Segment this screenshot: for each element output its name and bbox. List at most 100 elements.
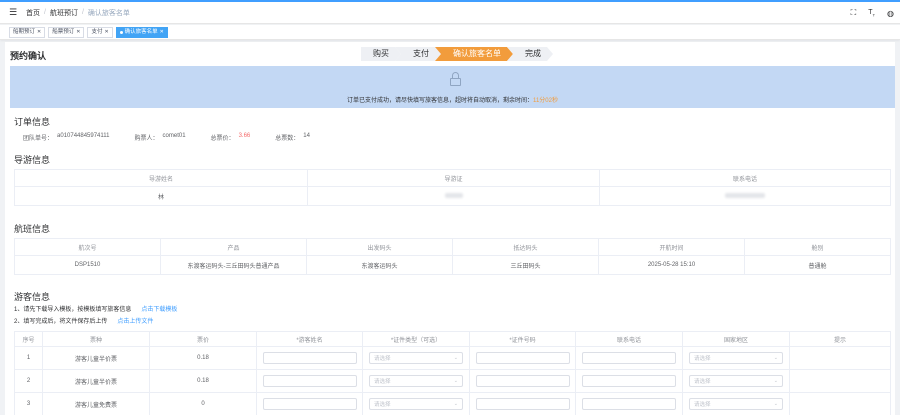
pax-country-cell: 请选择 ⌄ xyxy=(682,392,790,415)
order-info-heading: 订单信息 xyxy=(14,117,51,127)
id-number-input[interactable] xyxy=(475,398,570,410)
tag-label: 支付 xyxy=(91,28,103,35)
pax-col-hint: 提示 xyxy=(789,331,891,347)
pax-price: 0.18 xyxy=(149,369,257,393)
guide-col-name: 导游姓名 xyxy=(14,169,308,187)
id-type-select[interactable]: 请选择 ⌄ xyxy=(369,375,463,387)
notice-text: 订单已支付成功，请尽快填写旅客信息，超时将自动取消，剩余时间：11分02秒 xyxy=(10,95,895,104)
total-price-value: 3.66 xyxy=(238,133,251,139)
buyer-label: 购票人： xyxy=(134,136,159,142)
pax-id-type-cell: 请选择 ⌄ xyxy=(362,346,470,370)
country-select[interactable]: 请选择 ⌄ xyxy=(689,352,783,364)
download-template-link[interactable]: 点击下载模板 xyxy=(141,307,177,313)
id-type-select[interactable]: 请选择 ⌄ xyxy=(369,352,463,364)
select-placeholder: 请选择 xyxy=(374,402,391,408)
instruction-1: 1、请先下载导入模板，按模板填写旅客信息 点击下载模板 xyxy=(14,304,177,313)
tag-confirm-passengers[interactable]: 确认旅客名单 ✕ xyxy=(115,26,168,38)
table-row: 林 xyxy=(14,186,891,206)
guide-name: 林 xyxy=(14,186,308,206)
country-select[interactable]: 请选择 ⌄ xyxy=(689,398,783,410)
breadcrumb-current: 确认旅客名单 xyxy=(87,9,130,17)
flight-cabin: 普通舱 xyxy=(744,255,891,275)
guide-info-heading: 导游信息 xyxy=(14,155,51,165)
country-select[interactable]: 请选择 ⌄ xyxy=(689,375,783,387)
pax-id-number-cell xyxy=(469,392,576,415)
tag-voyage-booking[interactable]: 船期预订 ✕ xyxy=(9,26,46,38)
pax-name-cell xyxy=(256,369,363,393)
step-done: 完成 xyxy=(507,47,553,61)
fullscreen-icon[interactable]: ⛶ xyxy=(851,8,857,18)
guide-phone-redacted xyxy=(599,186,891,206)
page-title: 预约确认 xyxy=(10,51,47,61)
select-placeholder: 请选择 xyxy=(694,402,711,408)
passenger-name-input[interactable] xyxy=(262,352,357,364)
tag-ticket-booking[interactable]: 船票预订 ✕ xyxy=(48,26,85,38)
progress-steps: 购买 支付 确认旅客名单 完成 xyxy=(361,47,547,61)
flight-col-cabin: 舱别 xyxy=(744,238,891,256)
close-icon[interactable]: ✕ xyxy=(160,28,164,37)
flight-table: 航次号 产品 出发码头 抵达码头 开航时间 舱别 DSP1510 东渡客运码头-… xyxy=(14,238,891,275)
user-avatar-icon[interactable]: ◍ xyxy=(887,9,894,18)
close-icon[interactable]: ✕ xyxy=(104,28,108,37)
chevron-down-icon: ⌄ xyxy=(773,401,778,407)
pax-col-ticket-type: 票种 xyxy=(42,331,150,347)
phone-input[interactable] xyxy=(582,352,676,364)
pax-country-cell: 请选择 ⌄ xyxy=(682,369,790,393)
phone-input[interactable] xyxy=(582,375,676,387)
chevron-down-icon: ⌄ xyxy=(453,378,458,384)
upload-file-link[interactable]: 点击上传文件 xyxy=(117,319,153,325)
guide-col-license: 导游证 xyxy=(307,169,600,187)
notice-message: 订单已支付成功，请尽快填写旅客信息，超时将自动取消，剩余时间： xyxy=(347,98,534,104)
tag-label: 船期预订 xyxy=(13,28,36,35)
flight-product: 东渡客运码头-三丘田码头普通产品 xyxy=(160,255,307,275)
flight-col-voyage: 航次号 xyxy=(14,238,161,256)
pax-ticket-type: 游客儿童半价票 xyxy=(42,346,150,370)
pax-col-name: *游客姓名 xyxy=(256,331,363,347)
chevron-down-icon: ⌄ xyxy=(773,378,778,384)
breadcrumb-separator: / xyxy=(81,9,84,16)
countdown-timer: 11分02秒 xyxy=(533,98,558,104)
guide-license-redacted xyxy=(307,186,600,206)
chevron-down-icon: ⌄ xyxy=(453,401,458,407)
breadcrumb-home[interactable]: 首页 xyxy=(26,8,40,18)
order-info-row: 团队单号： a010744845974111 购票人： comet01 总票价：… xyxy=(23,133,314,142)
total-price-label: 总票价： xyxy=(210,136,235,142)
close-icon[interactable]: ✕ xyxy=(37,28,41,37)
flight-col-time: 开航时间 xyxy=(598,238,745,256)
pax-col-id-number: *证件号码 xyxy=(469,331,576,347)
flight-info-heading: 航班信息 xyxy=(14,224,51,234)
flight-arrival: 三丘田码头 xyxy=(452,255,599,275)
instruction-2: 2、填写完成后，将文件保存后上传 点击上传文件 xyxy=(14,316,153,325)
order-no-value: a010744845974111 xyxy=(57,133,110,139)
breadcrumb-flight-booking[interactable]: 航班预订 xyxy=(50,8,78,18)
id-number-input[interactable] xyxy=(475,375,570,387)
total-tickets-label: 总票数： xyxy=(275,136,300,142)
select-placeholder: 请选择 xyxy=(374,379,391,385)
flight-departure: 东渡客运码头 xyxy=(306,255,453,275)
font-size-icon[interactable]: TT xyxy=(868,9,875,17)
close-icon[interactable]: ✕ xyxy=(76,28,80,37)
tags-view-bar: 船期预订 ✕ 船票预订 ✕ 支付 ✕ 确认旅客名单 ✕ xyxy=(0,25,900,40)
tag-label: 船票预订 xyxy=(52,28,75,35)
pax-index: 3 xyxy=(14,392,43,415)
passenger-name-input[interactable] xyxy=(262,398,357,410)
phone-input[interactable] xyxy=(582,398,676,410)
pax-hint xyxy=(789,369,891,393)
flight-col-arrival: 抵达码头 xyxy=(452,238,599,256)
pax-col-country: 国家地区 xyxy=(682,331,790,347)
guide-table: 导游姓名 导游证 联系电话 林 xyxy=(14,169,891,206)
id-number-input[interactable] xyxy=(475,352,570,364)
pax-name-cell xyxy=(256,346,363,370)
pax-col-index: 序号 xyxy=(14,331,43,347)
pax-id-type-cell: 请选择 ⌄ xyxy=(362,392,470,415)
pax-phone-cell xyxy=(575,369,683,393)
hamburger-icon[interactable]: ☰ xyxy=(0,7,26,18)
instruction-1-text: 1、请先下载导入模板，按模板填写旅客信息 xyxy=(14,307,132,313)
pax-ticket-type: 游客儿童免费票 xyxy=(42,392,150,415)
id-type-select[interactable]: 请选择 ⌄ xyxy=(369,398,463,410)
passenger-name-input[interactable] xyxy=(262,375,357,387)
pax-name-cell xyxy=(256,392,363,415)
tag-payment[interactable]: 支付 ✕ xyxy=(87,26,113,38)
flight-voyage: DSP1510 xyxy=(14,255,161,275)
instruction-2-text: 2、填写完成后，将文件保存后上传 xyxy=(14,319,108,325)
